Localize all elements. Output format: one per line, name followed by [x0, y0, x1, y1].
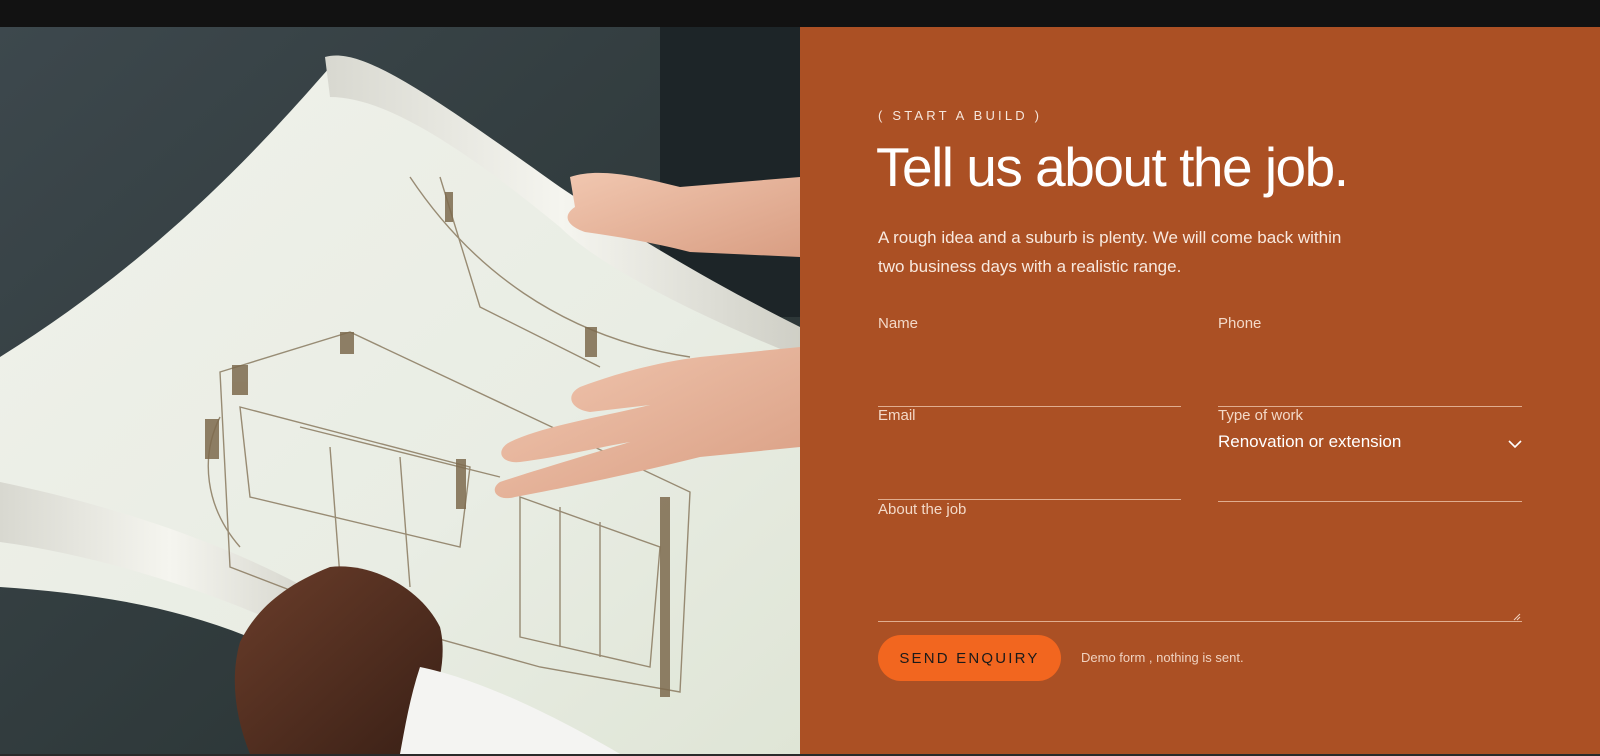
- enquiry-panel: ( START A BUILD ) Tell us about the job.…: [800, 27, 1600, 754]
- email-input[interactable]: [878, 456, 1181, 486]
- send-enquiry-button[interactable]: SEND ENQUIRY: [878, 635, 1061, 681]
- name-input[interactable]: [878, 363, 1181, 393]
- about-job-field: About the job: [878, 501, 1522, 623]
- phone-label: Phone: [1218, 315, 1262, 332]
- demo-note: Demo form , nothing is sent.: [1081, 650, 1244, 665]
- blueprint-photo: [0, 27, 800, 754]
- section-eyebrow: ( START A BUILD ): [878, 108, 1043, 123]
- intro-text: A rough idea and a suburb is plenty. We …: [878, 228, 1342, 276]
- name-field: Name: [878, 315, 1181, 408]
- about-job-textarea[interactable]: [878, 529, 1522, 615]
- top-bar: [0, 0, 1600, 27]
- page-title: Tell us about the job.: [876, 136, 1349, 198]
- type-of-work-select[interactable]: Renovation or extension: [1218, 432, 1401, 452]
- type-of-work-label: Type of work: [1218, 407, 1304, 424]
- email-field: Email: [878, 407, 1181, 502]
- phone-input[interactable]: [1218, 363, 1522, 393]
- type-of-work-field[interactable]: Type of work Renovation or extension: [1218, 407, 1522, 503]
- phone-field: Phone: [1218, 315, 1522, 408]
- email-underline: [878, 499, 1181, 500]
- name-label: Name: [878, 315, 919, 332]
- chevron-down-icon[interactable]: [1508, 439, 1522, 449]
- resize-handle-icon[interactable]: [1513, 613, 1521, 621]
- email-label: Email: [878, 407, 916, 424]
- about-job-underline: [878, 621, 1522, 622]
- about-job-label: About the job: [878, 501, 967, 518]
